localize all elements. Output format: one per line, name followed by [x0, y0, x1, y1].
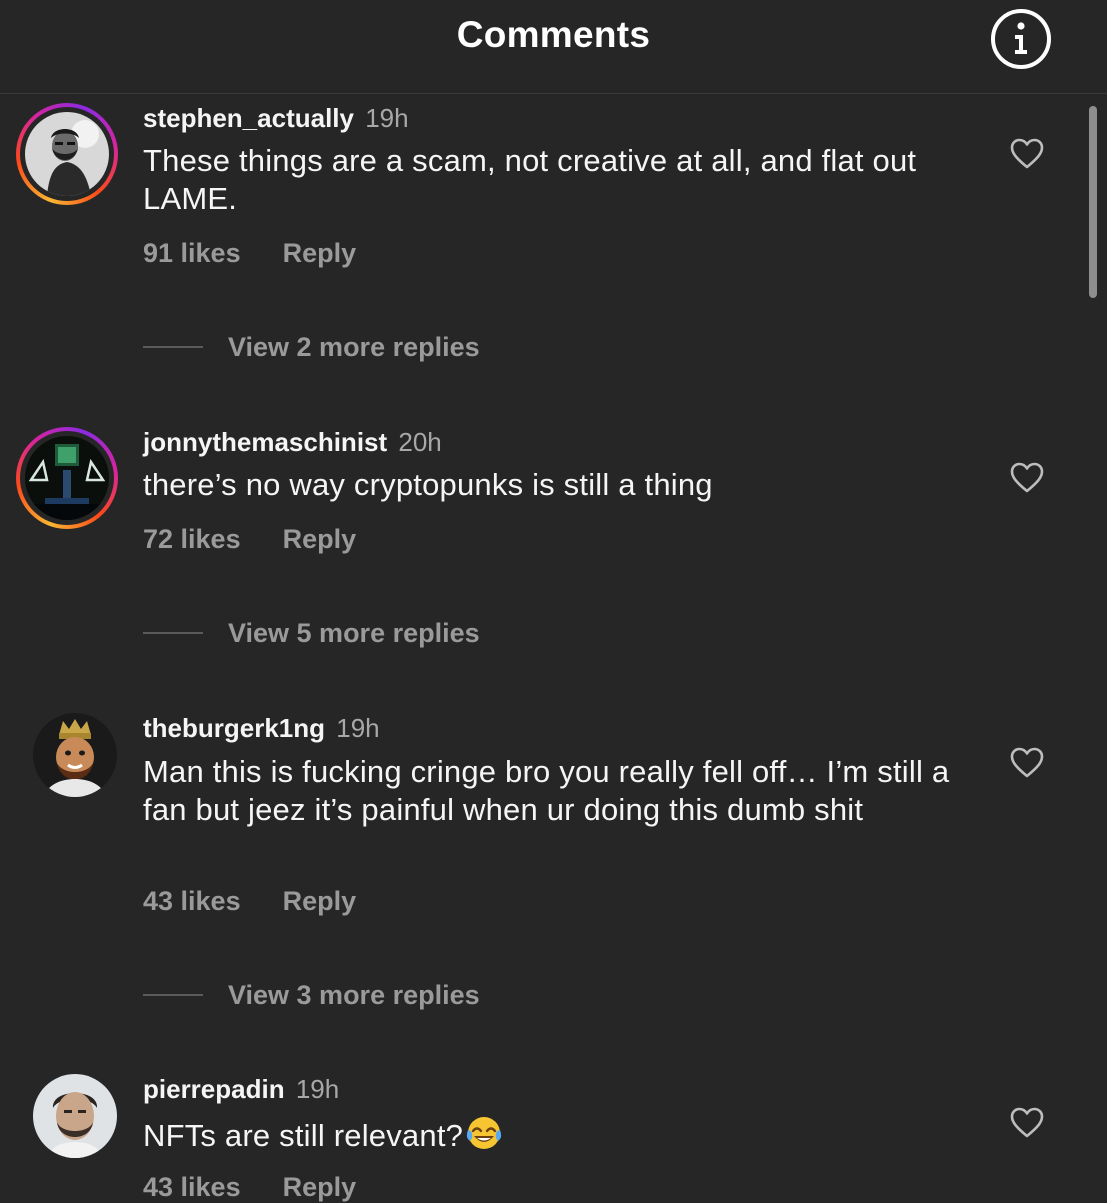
likes-count[interactable]: 91 likes: [143, 238, 241, 268]
divider-line: [143, 631, 203, 634]
bearded-man-avatar-image: [25, 112, 109, 196]
username[interactable]: jonnythemaschinist: [143, 427, 387, 457]
avatar[interactable]: [33, 713, 117, 797]
reply-button[interactable]: Reply: [283, 886, 357, 916]
username[interactable]: theburgerk1ng: [143, 713, 325, 743]
heart-icon[interactable]: [1010, 747, 1044, 779]
avatar[interactable]: [33, 1074, 117, 1158]
likes-count[interactable]: 43 likes: [143, 886, 241, 916]
view-more-label: View 2 more replies: [228, 332, 480, 362]
comment-actions: 72 likes Reply: [143, 524, 356, 555]
info-icon[interactable]: [990, 8, 1052, 70]
divider-line: [143, 993, 203, 996]
comment-meta: stephen_actually 19h: [143, 103, 409, 133]
avatar[interactable]: [16, 427, 118, 529]
view-more-label: View 3 more replies: [228, 980, 480, 1010]
comment-text-content: NFTs are still relevant?: [143, 1118, 464, 1153]
divider-line: [143, 345, 203, 348]
comment-actions: 43 likes Reply: [143, 886, 356, 917]
reply-button[interactable]: Reply: [283, 524, 357, 554]
timestamp: 19h: [336, 713, 380, 743]
comment-text: NFTs are still relevant?: [143, 1114, 983, 1155]
heart-icon[interactable]: [1010, 462, 1044, 494]
username[interactable]: pierrepadin: [143, 1074, 285, 1104]
avatar[interactable]: [16, 103, 118, 205]
reply-button[interactable]: Reply: [283, 1172, 357, 1202]
face-with-tears-of-joy-emoji: [465, 1114, 503, 1152]
comments-header: Comments: [0, 0, 1107, 94]
burger-king-mascot-avatar-image: [33, 713, 117, 797]
timestamp: 20h: [398, 427, 442, 457]
comment-meta: pierrepadin 19h: [143, 1074, 339, 1104]
username[interactable]: stephen_actually: [143, 103, 354, 133]
timestamp: 19h: [365, 103, 409, 133]
view-more-label: View 5 more replies: [228, 618, 480, 648]
likes-count[interactable]: 72 likes: [143, 524, 241, 554]
timestamp: 19h: [295, 1074, 340, 1104]
view-more-replies-button[interactable]: View 3 more replies: [143, 980, 480, 1010]
comment-actions: 91 likes Reply: [143, 238, 356, 269]
comment-meta: theburgerk1ng 19h: [143, 713, 380, 743]
view-more-replies-button[interactable]: View 5 more replies: [143, 618, 480, 648]
reply-button[interactable]: Reply: [283, 238, 357, 268]
page-title: Comments: [456, 14, 651, 55]
heart-icon[interactable]: [1010, 138, 1044, 170]
comment-actions: 43 likes Reply: [143, 1172, 356, 1203]
view-more-replies-button[interactable]: View 2 more replies: [143, 332, 480, 362]
comment-text: there’s no way cryptopunks is still a th…: [143, 467, 713, 502]
stage-lights-avatar-image: [25, 436, 109, 520]
heart-icon[interactable]: [1010, 1107, 1044, 1139]
young-man-portrait-avatar-image: [33, 1074, 117, 1158]
likes-count[interactable]: 43 likes: [143, 1172, 241, 1202]
comment-text: Man this is fucking cringe bro you reall…: [143, 754, 950, 827]
comment-meta: jonnythemaschinist 20h: [143, 427, 442, 457]
comment-text: These things are a scam, not creative at…: [143, 143, 917, 216]
scrollbar[interactable]: [1089, 106, 1097, 298]
